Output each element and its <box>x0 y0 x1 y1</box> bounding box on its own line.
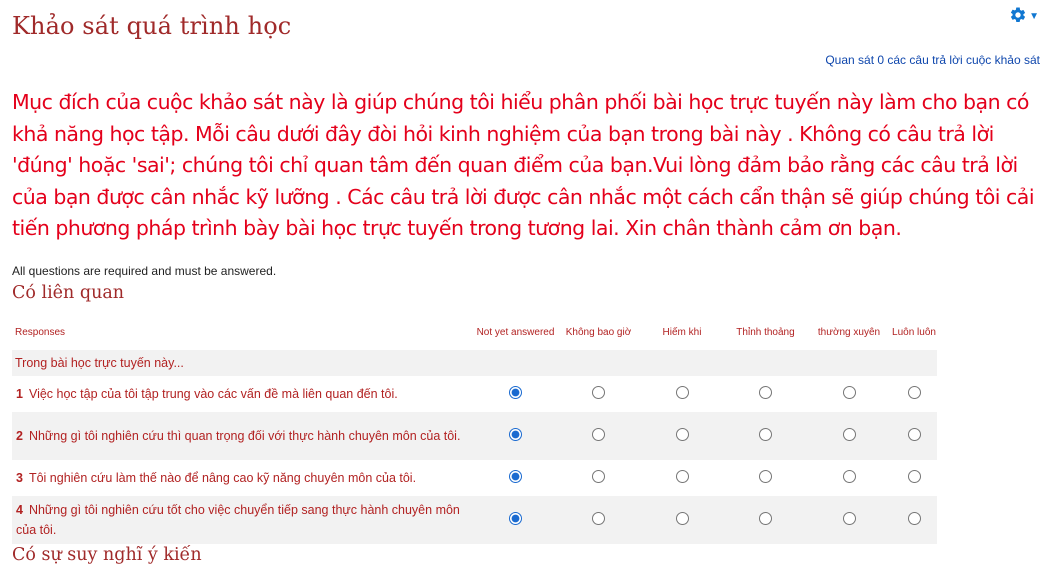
view-responses-link[interactable]: Quan sát 0 các câu trả lời cuộc khảo sát <box>825 53 1040 67</box>
question-cell: 2 Những gì tôi nghiên cứu thì quan trọng … <box>12 412 474 460</box>
radio-option[interactable] <box>759 512 772 525</box>
question-number: 4 <box>16 503 23 517</box>
table-row: 2 Những gì tôi nghiên cứu thì quan trọng … <box>12 412 937 460</box>
table-row: 3 Tôi nghiên cứu làm thế nào để nâng cao … <box>12 460 937 496</box>
radio-not-yet[interactable] <box>509 428 522 441</box>
question-text: Việc học tập của tôi tập trung vào các v… <box>28 387 398 401</box>
radio-option[interactable] <box>675 512 689 525</box>
section-title-relevance: Có liên quan <box>12 283 125 303</box>
radio-option[interactable] <box>842 428 856 441</box>
survey-intro: Mục đích của cuộc khảo sát này là giúp c… <box>12 90 1035 240</box>
question-number: 1 <box>16 387 23 401</box>
column-header-not-yet: Not yet answered <box>476 326 555 338</box>
radio-option[interactable] <box>907 470 921 483</box>
radio-option[interactable] <box>842 386 856 399</box>
settings-menu-button[interactable]: ▼ <box>1009 6 1039 24</box>
radio-option[interactable] <box>907 428 921 441</box>
question-cell: 3 Tôi nghiên cứu làm thế nào để nâng cao … <box>12 460 474 496</box>
column-header-option: Hiếm khi <box>662 326 702 338</box>
radio-option[interactable] <box>675 386 689 399</box>
group-row: Trong bài học trực tuyến này... <box>12 350 937 376</box>
table-header-row: Responses Not yet answered Không bao giờ… <box>12 314 937 350</box>
column-header-option: Không bao giờ <box>565 326 632 338</box>
radio-not-yet[interactable] <box>509 470 522 483</box>
column-header-option: thường xuyên <box>817 326 881 338</box>
radio-option[interactable] <box>592 386 605 399</box>
gear-icon <box>1011 7 1026 22</box>
radio-option[interactable] <box>907 512 921 525</box>
table-row: 4 Những gì tôi nghiên cứu tốt cho việc ch… <box>12 496 937 544</box>
question-text: Tôi nghiên cứu làm thế nào để nâng cao k… <box>28 471 417 485</box>
page-title: Khảo sát quá trình học <box>12 12 292 40</box>
radio-option[interactable] <box>759 428 772 441</box>
table-row: 1 Việc học tập của tôi tập trung vào các … <box>12 376 937 412</box>
radio-option[interactable] <box>675 428 689 441</box>
group-label: Trong bài học trực tuyến này... <box>12 350 937 376</box>
radio-not-yet[interactable] <box>509 386 522 399</box>
radio-option[interactable] <box>842 512 856 525</box>
radio-option[interactable] <box>592 512 605 525</box>
question-cell: 4 Những gì tôi nghiên cứu tốt cho việc ch… <box>12 496 474 544</box>
column-header-option: Luôn luôn <box>892 326 936 338</box>
radio-option[interactable] <box>907 386 921 399</box>
question-text: Những gì tôi nghiên cứu thì quan trọng đ… <box>28 429 461 443</box>
radio-option[interactable] <box>759 386 772 399</box>
question-number: 3 <box>16 471 23 485</box>
chevron-down-icon: ▼ <box>1029 10 1039 22</box>
required-note: All questions are required and must be a… <box>12 264 277 278</box>
column-header-option: Thỉnh thoảng <box>736 326 795 338</box>
question-table: Responses Not yet answered Không bao giờ… <box>12 314 937 544</box>
radio-option[interactable] <box>592 470 605 483</box>
radio-option[interactable] <box>592 428 605 441</box>
question-text: Những gì tôi nghiên cứu tốt cho việc chu… <box>16 503 460 537</box>
radio-option[interactable] <box>842 470 856 483</box>
question-number: 2 <box>16 429 23 443</box>
radio-not-yet[interactable] <box>509 512 522 525</box>
section-title-reflection: Có sự suy nghĩ ý kiến <box>12 545 202 565</box>
column-header-responses: Responses <box>15 326 66 338</box>
question-cell: 1 Việc học tập của tôi tập trung vào các … <box>12 376 474 412</box>
radio-option[interactable] <box>675 470 689 483</box>
radio-option[interactable] <box>759 470 772 483</box>
